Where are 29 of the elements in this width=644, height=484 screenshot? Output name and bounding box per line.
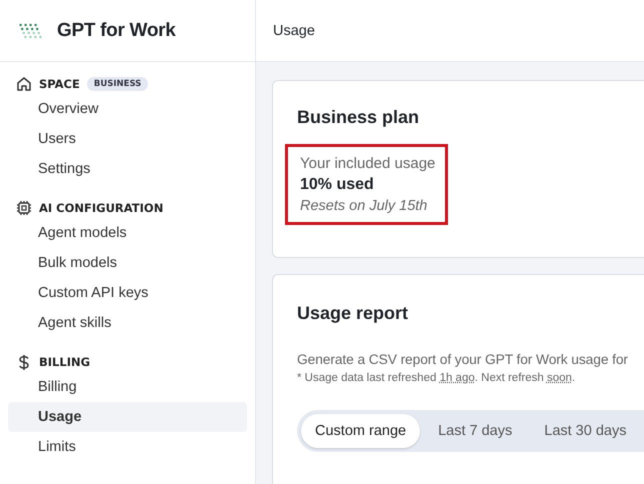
chip-icon: [16, 200, 32, 216]
usage-label: Your included usage: [300, 155, 436, 172]
usage-value: 10% used: [300, 176, 375, 194]
reset-date: Resets on July 15th: [300, 198, 428, 214]
nav-item[interactable]: Agent models: [8, 218, 247, 248]
range-tab[interactable]: Custom range: [301, 414, 420, 448]
nav-item[interactable]: Billing: [8, 372, 247, 402]
card-title: Usage report: [297, 303, 410, 324]
brand-name: GPT for Work: [57, 20, 176, 42]
nav-item[interactable]: Settings: [8, 154, 247, 184]
nav-item[interactable]: Limits: [8, 432, 247, 462]
nav-item[interactable]: Custom API keys: [8, 278, 247, 308]
card-title: Business plan: [297, 107, 420, 128]
refresh-note: * Usage data last refreshed 1h ago. Next refresh soon.: [297, 372, 576, 384]
dollar-icon: [18, 354, 30, 370]
nav-item[interactable]: Bulk models: [8, 248, 247, 278]
section-title: BILLING: [39, 355, 90, 369]
section-title: SPACE: [39, 77, 80, 91]
page-title: Usage: [273, 22, 315, 38]
home-icon: [16, 76, 32, 92]
range-tab[interactable]: Last 7 days: [424, 414, 526, 448]
plan-badge: BUSINESS: [86, 77, 148, 91]
section-title: AI CONFIGURATION: [39, 201, 164, 215]
nav-item[interactable]: Overview: [8, 94, 247, 124]
report-description: Generate a CSV report of your GPT for Work usage for: [297, 352, 629, 367]
range-tab[interactable]: Last 30 days: [530, 414, 640, 448]
nav-item[interactable]: Usage: [8, 402, 247, 432]
nav-item[interactable]: Users: [8, 124, 247, 154]
nav-item[interactable]: Agent skills: [8, 308, 247, 338]
